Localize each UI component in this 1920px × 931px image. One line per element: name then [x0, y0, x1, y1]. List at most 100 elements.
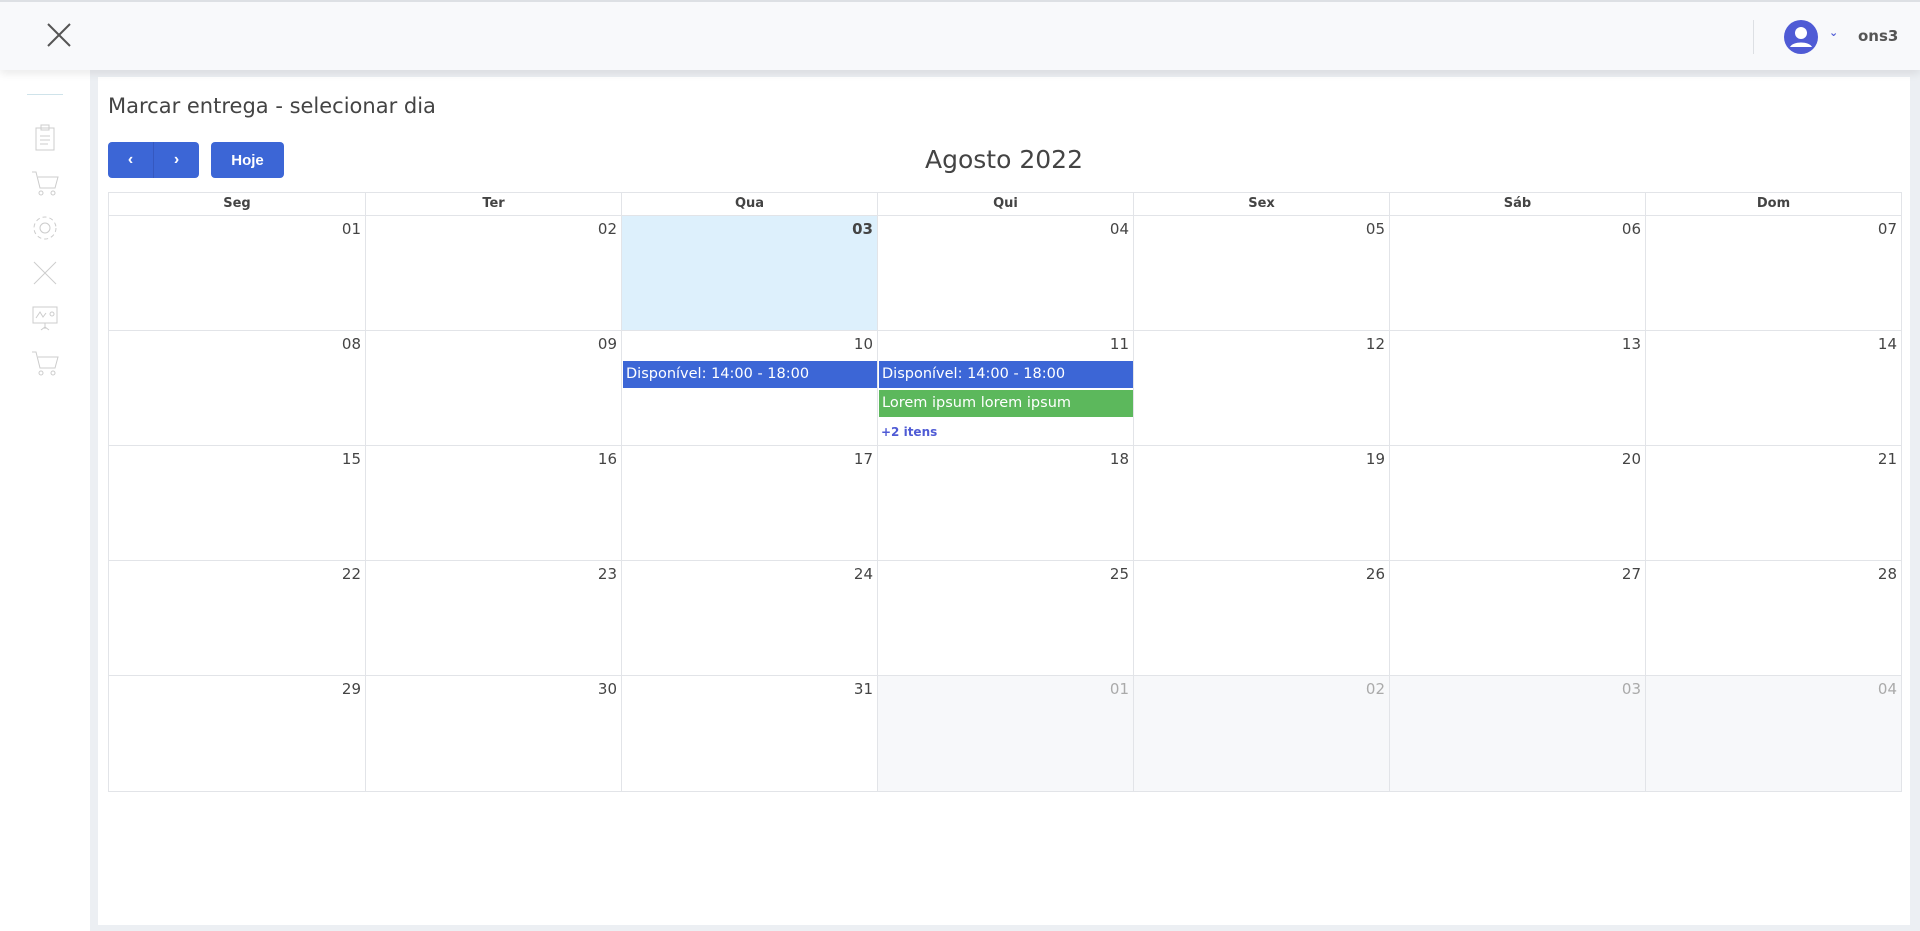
- close-icon[interactable]: [44, 20, 74, 50]
- day-cell[interactable]: 13: [1389, 331, 1645, 445]
- day-number: 17: [853, 450, 873, 468]
- user-name[interactable]: ons3: [1858, 27, 1898, 45]
- day-number: 19: [1365, 450, 1385, 468]
- day-cell[interactable]: 20: [1389, 446, 1645, 560]
- weekday-header: Seg Ter Qua Qui Sex Sáb Dom: [109, 193, 1901, 216]
- page-title: Marcar entrega - selecionar dia: [108, 94, 436, 118]
- calendar-week: 22 23 24 25 26 27 28: [109, 561, 1901, 676]
- day-cell[interactable]: 01: [877, 676, 1133, 791]
- user-avatar-icon[interactable]: [1784, 20, 1818, 54]
- day-number: 16: [597, 450, 617, 468]
- calendar-grid: Seg Ter Qua Qui Sex Sáb Dom 01 02 03 04 05 06 07 08 09…: [108, 192, 1902, 792]
- cart-icon[interactable]: [30, 348, 60, 378]
- day-number: 18: [1109, 450, 1129, 468]
- day-cell[interactable]: 21: [1645, 446, 1901, 560]
- day-number: 26: [1365, 565, 1385, 583]
- day-cell[interactable]: 26: [1133, 561, 1389, 675]
- day-number: 22: [341, 565, 361, 583]
- weekday-sex: Sex: [1133, 193, 1389, 215]
- day-cell[interactable]: 10 Disponível: 14:00 - 18:00: [621, 331, 877, 445]
- gear-icon[interactable]: [30, 213, 60, 243]
- day-number: 02: [1365, 680, 1385, 698]
- day-cell[interactable]: 02: [1133, 676, 1389, 791]
- day-cell[interactable]: 08: [109, 331, 365, 445]
- day-number: 10: [853, 335, 873, 353]
- weekday-qui: Qui: [877, 193, 1133, 215]
- day-cell[interactable]: 05: [1133, 216, 1389, 330]
- day-number: 01: [1109, 680, 1129, 698]
- month-title: Agosto 2022: [925, 145, 1083, 174]
- day-number: 31: [853, 680, 873, 698]
- day-number: 11: [1109, 335, 1129, 353]
- day-cell[interactable]: 04: [877, 216, 1133, 330]
- day-cell[interactable]: 01: [109, 216, 365, 330]
- calendar-week: 29 30 31 01 02 03 04: [109, 676, 1901, 791]
- day-cell[interactable]: 31: [621, 676, 877, 791]
- day-number: 14: [1877, 335, 1897, 353]
- day-cell[interactable]: 03: [621, 216, 877, 330]
- calendar-week: 01 02 03 04 05 06 07: [109, 216, 1901, 331]
- day-number: 15: [341, 450, 361, 468]
- weekday-sáb: Sáb: [1389, 193, 1645, 215]
- weekday-ter: Ter: [365, 193, 621, 215]
- day-cell[interactable]: 06: [1389, 216, 1645, 330]
- day-number: 29: [341, 680, 361, 698]
- day-cell[interactable]: 22: [109, 561, 365, 675]
- weekday-dom: Dom: [1645, 193, 1901, 215]
- calendar-event[interactable]: Disponível: 14:00 - 18:00: [623, 361, 877, 388]
- sidebar: [0, 70, 90, 931]
- day-number: 05: [1365, 220, 1385, 238]
- day-cell[interactable]: 23: [365, 561, 621, 675]
- day-cell[interactable]: 24: [621, 561, 877, 675]
- day-number: 01: [341, 220, 361, 238]
- main-panel: Marcar entrega - selecionar dia ‹ › Hoje…: [98, 77, 1910, 925]
- day-cell[interactable]: 03: [1389, 676, 1645, 791]
- chevron-down-icon[interactable]: ⌄: [1829, 26, 1838, 39]
- day-cell[interactable]: 27: [1389, 561, 1645, 675]
- day-cell[interactable]: 12: [1133, 331, 1389, 445]
- clipboard-icon[interactable]: [30, 123, 60, 153]
- day-number: 08: [341, 335, 361, 353]
- day-cell[interactable]: 07: [1645, 216, 1901, 330]
- weekday-seg: Seg: [223, 196, 251, 211]
- calendar-week: 08 09 10 Disponível: 14:00 - 18:00 11 Disponí…: [109, 331, 1901, 446]
- day-number: 03: [1621, 680, 1641, 698]
- day-cell[interactable]: 19: [1133, 446, 1389, 560]
- day-cell[interactable]: 28: [1645, 561, 1901, 675]
- day-cell[interactable]: 30: [365, 676, 621, 791]
- day-cell[interactable]: 25: [877, 561, 1133, 675]
- day-cell[interactable]: 02: [365, 216, 621, 330]
- divider: [1753, 20, 1754, 54]
- day-cell[interactable]: 15: [109, 446, 365, 560]
- day-cell[interactable]: 18: [877, 446, 1133, 560]
- cart-icon[interactable]: [30, 168, 60, 198]
- tools-icon[interactable]: [30, 258, 60, 288]
- day-number: 27: [1621, 565, 1641, 583]
- day-cell[interactable]: 16: [365, 446, 621, 560]
- day-cell[interactable]: 17: [621, 446, 877, 560]
- calendar-event[interactable]: Disponível: 14:00 - 18:00: [879, 361, 1133, 388]
- day-cell[interactable]: 29: [109, 676, 365, 791]
- calendar-event[interactable]: Lorem ipsum lorem ipsum: [879, 390, 1133, 417]
- day-cell[interactable]: 04: [1645, 676, 1901, 791]
- day-cell[interactable]: 11 Disponível: 14:00 - 18:00 Lorem ipsum l…: [877, 331, 1133, 445]
- divider: [27, 94, 63, 95]
- day-number: 13: [1621, 335, 1641, 353]
- day-number: 04: [1877, 680, 1897, 698]
- day-number: 04: [1109, 220, 1129, 238]
- day-number: 23: [597, 565, 617, 583]
- top-bar: ⌄ ons3: [0, 0, 1920, 70]
- day-number: 07: [1877, 220, 1897, 238]
- day-cell[interactable]: 14: [1645, 331, 1901, 445]
- day-number: 06: [1621, 220, 1641, 238]
- day-number: 09: [597, 335, 617, 353]
- day-cell[interactable]: 09: [365, 331, 621, 445]
- weekday-qua: Qua: [621, 193, 877, 215]
- day-number: 28: [1877, 565, 1897, 583]
- day-number: 20: [1621, 450, 1641, 468]
- presentation-chart-icon[interactable]: [30, 303, 60, 333]
- more-events-link[interactable]: +2 itens: [881, 425, 937, 439]
- day-number: 24: [853, 565, 873, 583]
- day-number: 25: [1109, 565, 1129, 583]
- calendar-week: 15 16 17 18 19 20 21: [109, 446, 1901, 561]
